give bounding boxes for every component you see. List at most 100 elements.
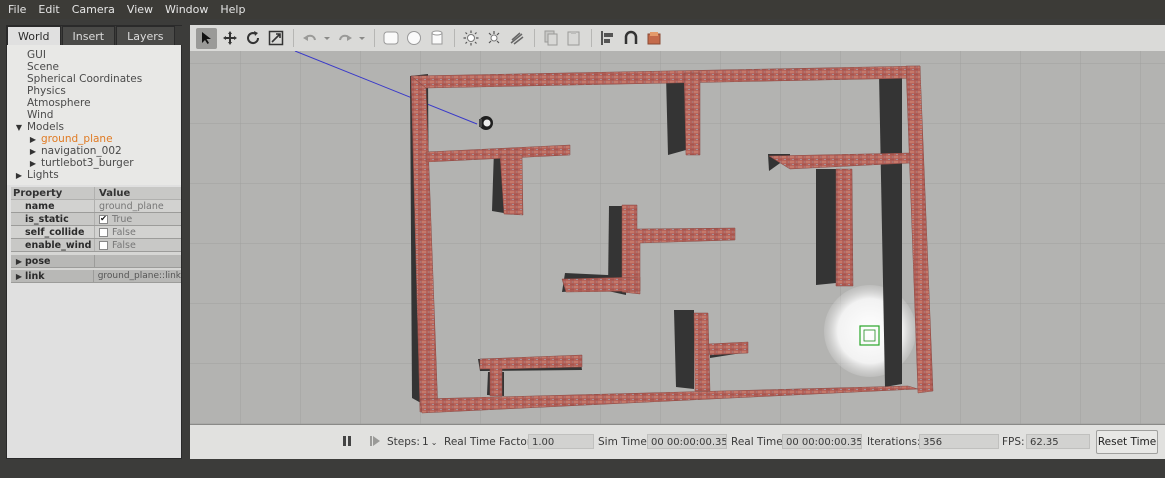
property-value: ground_plane::link — [97, 271, 181, 281]
property-value: ground_plane — [99, 200, 164, 212]
sim-time-label: Sim Time: — [598, 436, 651, 448]
fps-label: FPS: — [1002, 436, 1025, 448]
header-property: Property — [11, 187, 95, 199]
reset-time-button[interactable]: Reset Time — [1096, 430, 1158, 454]
property-value: False — [95, 239, 181, 251]
tab-world[interactable]: World — [7, 26, 61, 45]
menu-camera[interactable]: Camera — [66, 0, 121, 19]
tree-model-turtlebot[interactable]: ▶ turtlebot3_burger — [7, 157, 181, 169]
collapsed-arrow-icon[interactable]: ▶ — [15, 255, 23, 268]
tree-item-label: turtlebot3_burger — [41, 157, 134, 169]
spot-light-icon[interactable] — [483, 28, 504, 49]
steps-spinner[interactable]: 1 ⌄ — [422, 435, 437, 449]
collapsed-arrow-icon[interactable]: ▶ — [15, 270, 23, 283]
property-header: Property Value — [11, 187, 181, 200]
align-icon[interactable] — [597, 28, 618, 49]
tree-item-label: Lights — [27, 169, 59, 181]
steps-value: 1 — [422, 436, 429, 448]
paste-icon[interactable] — [563, 28, 584, 49]
directional-light-icon[interactable] — [506, 28, 527, 49]
menu-edit[interactable]: Edit — [32, 0, 65, 19]
undo-icon[interactable] — [299, 28, 320, 49]
cylinder-icon[interactable] — [426, 28, 447, 49]
dropdown-arrow-icon[interactable] — [322, 28, 332, 49]
tree-item-label: Atmosphere — [27, 97, 91, 109]
property-name: ▶ pose — [11, 255, 95, 267]
redo-icon[interactable] — [334, 28, 355, 49]
menu-view[interactable]: View — [121, 0, 159, 19]
real-time-field: 00 00:00:00.354 — [782, 434, 862, 449]
tree-item-wind[interactable]: Wind — [7, 109, 181, 121]
group-label: pose — [25, 256, 51, 267]
property-group-link[interactable]: ▶ link ground_plane::link — [11, 270, 181, 283]
light-glow — [824, 285, 916, 377]
header-value: Value — [99, 188, 131, 199]
world-tree: GUI Scene Spherical Coordinates Physics … — [7, 45, 181, 185]
tree-item-label: Spherical Coordinates — [27, 73, 143, 85]
tree-item-label: Models — [27, 121, 64, 133]
steps-label: Steps: — [387, 436, 420, 448]
property-name: is_static — [11, 213, 95, 225]
tree-item-gui[interactable]: GUI — [7, 49, 181, 61]
sphere-icon[interactable] — [403, 28, 424, 49]
tab-layers[interactable]: Layers — [116, 26, 175, 45]
panel-tabs: World Insert Layers — [7, 26, 183, 45]
tree-item-label: Physics — [27, 85, 66, 97]
pause-icon[interactable] — [340, 434, 354, 448]
tree-model-ground-plane[interactable]: ▶ ground_plane — [7, 133, 181, 145]
fps-field: 62.35 — [1026, 434, 1090, 449]
tree-model-navigation[interactable]: ▶ navigation_002 — [7, 145, 181, 157]
chevron-down-icon[interactable]: ⌄ — [431, 438, 438, 447]
menu-window[interactable]: Window — [159, 0, 214, 19]
property-row[interactable]: name ground_plane — [11, 200, 181, 213]
menu-help[interactable]: Help — [214, 0, 251, 19]
iterations-field: 356 — [919, 434, 999, 449]
simulation-bar: Steps: 1 ⌄ Real Time Factor: 1.00 Sim Tim… — [190, 424, 1165, 459]
property-row[interactable]: is_static ✔ True — [11, 213, 181, 226]
tree-item-spherical-coordinates[interactable]: Spherical Coordinates — [7, 73, 181, 85]
snap-icon[interactable] — [620, 28, 641, 49]
property-group-pose[interactable]: ▶ pose — [11, 255, 181, 268]
select-arrow-icon[interactable] — [196, 27, 217, 49]
box-icon[interactable] — [380, 28, 401, 49]
unchecked-checkbox[interactable] — [99, 227, 108, 237]
rotate-icon[interactable] — [242, 28, 263, 49]
menu-file[interactable]: File — [2, 0, 32, 19]
tree-item-lights[interactable]: ▶ Lights — [7, 169, 181, 181]
property-row[interactable]: self_collide False — [11, 226, 181, 239]
gazebo-window: File Edit Camera View Window Help World … — [0, 0, 1165, 478]
left-panel: World Insert Layers GUI Scene Spherical … — [6, 25, 183, 459]
turtlebot-model[interactable] — [479, 116, 493, 130]
property-table: Property Value name ground_plane is_stat… — [11, 187, 181, 283]
tree-item-atmosphere[interactable]: Atmosphere — [7, 97, 181, 109]
property-name: ▶ link — [11, 270, 94, 282]
copy-icon[interactable] — [540, 28, 561, 49]
property-row[interactable]: enable_wind False — [11, 239, 181, 252]
rtf-label: Real Time Factor: — [444, 436, 535, 448]
toolbar-separator — [293, 29, 294, 47]
scene-viewport[interactable] — [190, 51, 1165, 424]
collapsed-arrow-icon[interactable]: ▶ — [15, 170, 23, 182]
translate-icon[interactable] — [219, 28, 240, 49]
tree-item-label: ground_plane — [41, 133, 113, 145]
unchecked-checkbox[interactable] — [99, 240, 108, 250]
color-icon[interactable] — [643, 28, 664, 49]
iterations-label: Iterations: — [867, 436, 921, 448]
tree-item-label: navigation_002 — [41, 145, 122, 157]
tree-item-models[interactable]: ▼ Models — [7, 121, 181, 133]
property-value: ✔ True — [95, 213, 181, 225]
dropdown-arrow-icon[interactable] — [357, 28, 367, 49]
point-light-icon[interactable] — [460, 28, 481, 49]
checkbox-label: False — [112, 239, 136, 251]
tree-item-scene[interactable]: Scene — [7, 61, 181, 73]
sim-time-field: 00 00:00:00.356 — [647, 434, 727, 449]
scale-icon[interactable] — [265, 28, 286, 49]
property-value: False — [95, 226, 181, 238]
toolbar-separator — [591, 29, 592, 47]
window-bottom-border — [0, 459, 1165, 478]
tab-insert[interactable]: Insert — [61, 26, 116, 45]
tree-item-physics[interactable]: Physics — [7, 85, 181, 97]
checked-checkbox[interactable]: ✔ — [99, 214, 108, 224]
step-icon[interactable] — [368, 434, 382, 448]
rtf-field: 1.00 — [528, 434, 594, 449]
